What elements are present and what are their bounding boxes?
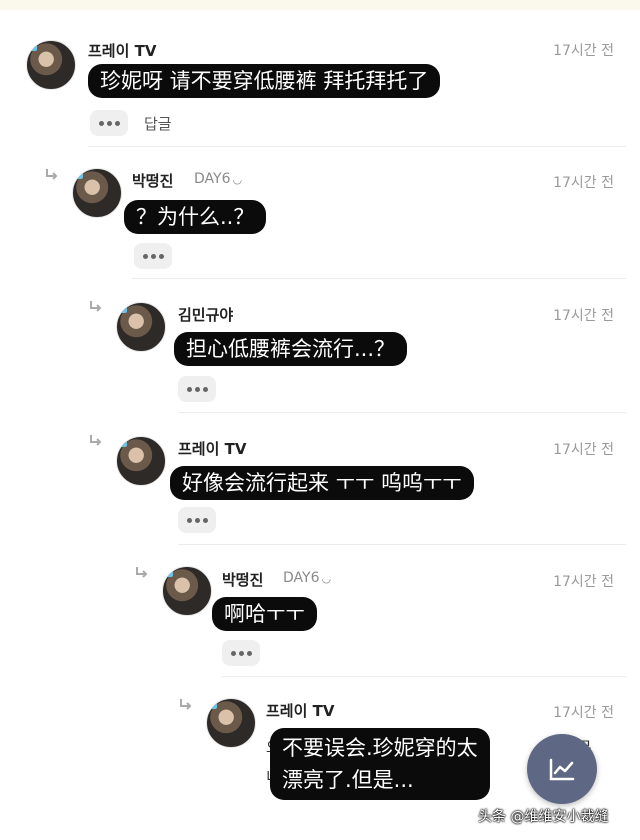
- comment-text-line: 不要误会.珍妮穿的太: [282, 736, 478, 760]
- more-dots-icon[interactable]: [178, 376, 216, 402]
- comment-text: 好像会流行起来 ㅜㅜ 呜呜ㅜㅜ: [170, 466, 474, 500]
- avatar-badge: [29, 43, 37, 51]
- divider: [88, 146, 626, 147]
- comment-author[interactable]: 프레이 TV: [88, 40, 156, 61]
- more-dots-icon[interactable]: [90, 110, 128, 136]
- comment-text: 啊哈ㅜㅜ: [212, 597, 317, 631]
- watermark: 头条 @维维安小裁缝: [478, 809, 609, 825]
- more-dots-icon[interactable]: [178, 507, 216, 533]
- comment-text: 担心低腰裤会流行...？: [174, 332, 408, 366]
- avatar[interactable]: [26, 40, 76, 90]
- comment-text: 珍妮呀 请不要穿低腰裤 拜托拜托了: [88, 64, 441, 98]
- comment-author[interactable]: 김민규야: [178, 304, 233, 325]
- smile-icon: ◡: [232, 173, 243, 186]
- author-tag: DAY6 ◡: [194, 171, 243, 187]
- top-strip: [0, 0, 640, 10]
- avatar[interactable]: [206, 698, 256, 748]
- avatar[interactable]: [116, 302, 166, 352]
- more-dots-icon[interactable]: [222, 640, 260, 666]
- avatar[interactable]: [116, 436, 166, 486]
- smile-icon: ◡: [321, 572, 332, 585]
- comment-time: 17시간 전: [553, 442, 614, 458]
- comment-author[interactable]: 박떵진: [132, 170, 173, 191]
- reply-arrow-icon: [90, 435, 102, 446]
- more-dots-icon[interactable]: [134, 243, 172, 269]
- avatar-badge: [209, 701, 217, 709]
- avatar[interactable]: [162, 566, 212, 616]
- comment-text: ？为什么..？: [124, 200, 267, 234]
- avatar-badge: [75, 171, 83, 179]
- divider: [178, 412, 626, 413]
- comment-author[interactable]: 박떵진: [222, 569, 263, 590]
- reply-arrow-icon: [46, 169, 58, 180]
- comment-author[interactable]: 프레이 TV: [178, 438, 246, 459]
- reply-arrow-icon: [90, 301, 102, 312]
- comment-author[interactable]: 프레이 TV: [266, 700, 334, 721]
- author-tag: DAY6 ◡: [283, 570, 332, 586]
- comment-text-line: 漂亮了.但是...: [282, 768, 414, 792]
- divider: [222, 676, 626, 677]
- comment-text: 不要误会.珍妮穿的太 漂亮了.但是...: [270, 728, 490, 800]
- floating-chart-button[interactable]: [527, 734, 597, 804]
- reply-arrow-icon: [136, 567, 148, 578]
- comment-time: 17시간 전: [553, 574, 614, 590]
- comment-time: 17시간 전: [553, 705, 614, 721]
- avatar-badge: [119, 439, 127, 447]
- avatar-badge: [165, 569, 173, 577]
- reply-button[interactable]: 답글: [144, 113, 172, 134]
- comment-time: 17시간 전: [553, 175, 614, 191]
- divider: [178, 544, 626, 545]
- comment-time: 17시간 전: [553, 43, 614, 59]
- reply-arrow-icon: [180, 699, 192, 710]
- chart-trend-icon: [549, 758, 575, 781]
- avatar[interactable]: [72, 168, 122, 218]
- divider: [132, 278, 626, 279]
- avatar-badge: [119, 305, 127, 313]
- comment-time: 17시간 전: [553, 308, 614, 324]
